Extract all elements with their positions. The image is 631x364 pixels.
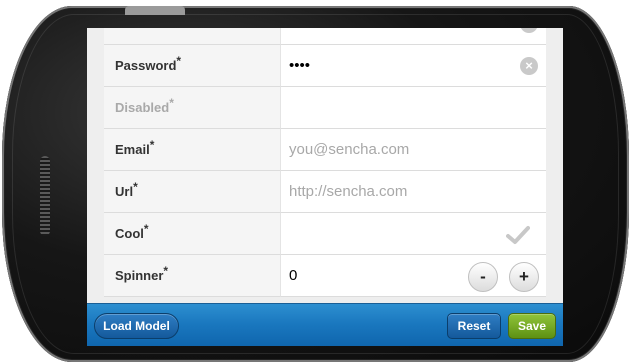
spinner-field[interactable]: 0 - + — [280, 255, 546, 297]
reset-button[interactable]: Reset — [447, 313, 501, 339]
save-button[interactable]: Save — [508, 313, 556, 339]
clear-icon[interactable]: × — [520, 57, 538, 75]
form-row-email: Email* you@sencha.com — [87, 129, 563, 171]
form-row-url: Url* http://sencha.com — [87, 171, 563, 213]
cool-label: Cool* — [104, 213, 280, 255]
phone-speaker-grille — [40, 156, 50, 236]
cool-checkbox[interactable] — [280, 213, 546, 255]
text-field[interactable]: × — [280, 28, 546, 45]
form-row-cut-off: × — [87, 28, 563, 45]
bottom-toolbar: Load Model Reset Save — [87, 303, 563, 346]
disabled-field — [280, 87, 546, 129]
clear-icon[interactable]: × — [520, 28, 538, 33]
spinner-label: Spinner* — [104, 255, 280, 297]
app-screen: × Password* •••• × Disabled* Email* you@… — [87, 28, 563, 346]
url-label: Url* — [104, 171, 280, 213]
url-field[interactable]: http://sencha.com — [280, 171, 546, 213]
spinner-plus-button[interactable]: + — [509, 262, 539, 292]
phone-power-button — [125, 6, 185, 15]
spinner-value: 0 — [289, 267, 298, 284]
form-row-spinner: Spinner* 0 - + — [87, 255, 563, 297]
form-panel: × Password* •••• × Disabled* Email* you@… — [87, 28, 563, 303]
email-label: Email* — [104, 129, 280, 171]
disabled-label: Disabled* — [104, 87, 280, 129]
email-placeholder: you@sencha.com — [289, 141, 410, 158]
password-value: •••• — [289, 57, 311, 74]
field-label — [104, 28, 280, 45]
url-placeholder: http://sencha.com — [289, 183, 408, 200]
spinner-minus-button[interactable]: - — [468, 262, 498, 292]
password-label: Password* — [104, 45, 280, 87]
form-row-cool: Cool* — [87, 213, 563, 255]
email-field[interactable]: you@sencha.com — [280, 129, 546, 171]
form-row-password: Password* •••• × — [87, 45, 563, 87]
load-model-button[interactable]: Load Model — [94, 313, 179, 339]
password-field[interactable]: •••• × — [280, 45, 546, 87]
form-row-disabled: Disabled* — [87, 87, 563, 129]
checkmark-icon — [506, 226, 530, 244]
